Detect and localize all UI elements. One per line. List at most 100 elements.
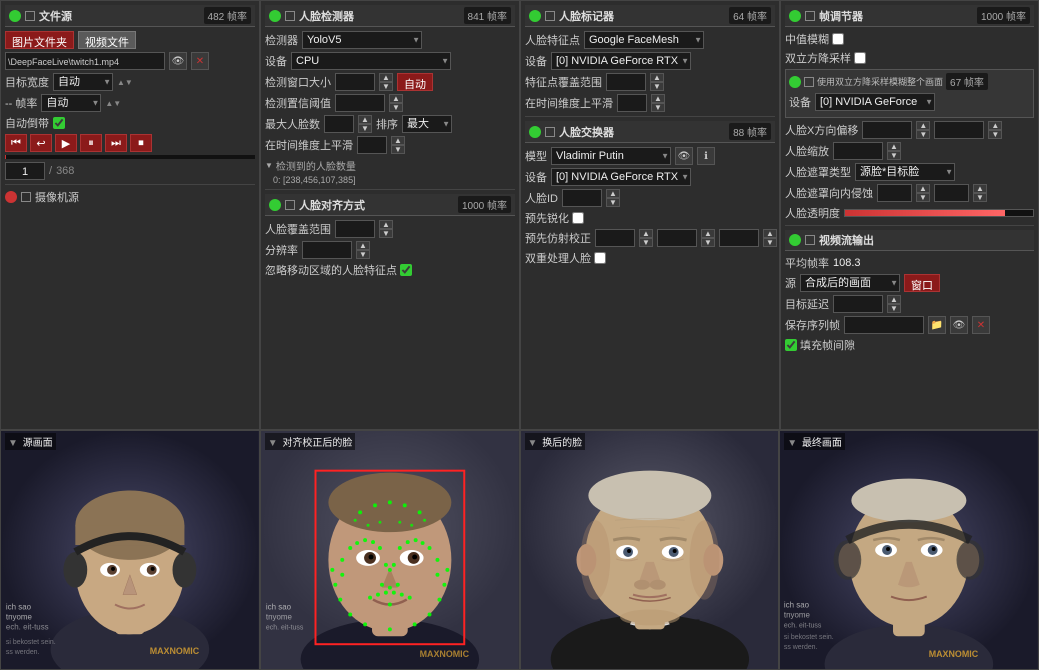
- pre-y-up[interactable]: ▲: [701, 229, 715, 238]
- scale-up[interactable]: ▲: [887, 142, 901, 151]
- cover-range-input[interactable]: 2.2: [335, 220, 375, 238]
- face-id-up[interactable]: ▲: [606, 189, 620, 198]
- power-btn-filesource[interactable]: [9, 10, 21, 22]
- blur-down[interactable]: ▼: [973, 193, 987, 202]
- window-btn[interactable]: 窗口: [904, 274, 940, 292]
- x-offset-up[interactable]: ▲: [916, 121, 930, 130]
- active-check-align[interactable]: [285, 200, 295, 210]
- y-offset-up[interactable]: ▲: [988, 121, 1002, 130]
- active-check-facedetect[interactable]: [285, 11, 295, 21]
- active-check-camera[interactable]: [21, 192, 31, 202]
- active-check-swapper[interactable]: [545, 127, 555, 137]
- close-btn-filesource[interactable]: ✕: [191, 52, 209, 70]
- x-offset-down[interactable]: ▼: [916, 130, 930, 139]
- threshold-up[interactable]: ▲: [389, 94, 403, 103]
- mask-type-select[interactable]: 源脸*目标脸: [855, 163, 955, 181]
- power-btn-align[interactable]: [269, 199, 281, 211]
- device-select-swap[interactable]: [0] NVIDIA GeForce RTX: [551, 168, 691, 186]
- dual-checkbox[interactable]: [594, 252, 606, 264]
- active-check-marker[interactable]: [545, 11, 555, 21]
- cover-down[interactable]: ▼: [379, 229, 393, 238]
- btn-stop[interactable]: ⏹: [130, 134, 152, 152]
- eye-btn-filesource[interactable]: 👁: [169, 52, 187, 70]
- eye-btn-model[interactable]: 👁: [675, 147, 693, 165]
- blur-up[interactable]: ▲: [973, 184, 987, 193]
- max-faces-down[interactable]: ▼: [358, 124, 372, 133]
- detector-select[interactable]: YoloV5: [302, 31, 422, 49]
- smooth-input-marker[interactable]: 1: [617, 94, 647, 112]
- delay-input[interactable]: 500: [833, 295, 883, 313]
- delay-up[interactable]: ▲: [887, 295, 901, 304]
- btn-play[interactable]: ▶: [55, 134, 77, 152]
- delay-down[interactable]: ▼: [887, 304, 901, 313]
- opacity-slider[interactable]: [844, 209, 1034, 217]
- smooth-down-detect[interactable]: ▼: [391, 145, 405, 154]
- x-offset-input[interactable]: 0.000: [862, 121, 912, 139]
- cover-up[interactable]: ▲: [379, 220, 393, 229]
- btn-next[interactable]: ⏭: [105, 134, 127, 152]
- landmark-select[interactable]: Google FaceMesh: [584, 31, 704, 49]
- auto-rewind-checkbox[interactable]: [53, 117, 65, 129]
- power-btn-frameadj[interactable]: [789, 10, 801, 22]
- y-offset-down[interactable]: ▼: [988, 130, 1002, 139]
- max-faces-input[interactable]: 1: [324, 115, 354, 133]
- tab-video-file[interactable]: 视频文件: [78, 31, 136, 49]
- max-faces-up[interactable]: ▲: [358, 115, 372, 124]
- source-select[interactable]: 合成后的画面: [800, 274, 900, 292]
- power-btn-swapper[interactable]: [529, 126, 541, 138]
- range-input-marker[interactable]: 1.3: [606, 73, 646, 91]
- resolution-up[interactable]: ▲: [356, 241, 370, 250]
- erode-up[interactable]: ▲: [916, 184, 930, 193]
- pre-x-down[interactable]: ▼: [639, 238, 653, 247]
- fill-gaps-checkbox[interactable]: [785, 339, 797, 351]
- pre-x-up[interactable]: ▲: [639, 229, 653, 238]
- active-check-filesource[interactable]: [25, 11, 35, 21]
- info-btn-model[interactable]: ℹ: [697, 147, 715, 165]
- pre-process-z[interactable]: 1.00: [719, 229, 759, 247]
- smooth-down-marker[interactable]: ▼: [651, 103, 665, 112]
- btn-prev[interactable]: ⏮: [5, 134, 27, 152]
- device-select-marker[interactable]: [0] NVIDIA GeForce RTX: [551, 52, 691, 70]
- resolution-input[interactable]: 224: [302, 241, 352, 259]
- smooth-up-detect[interactable]: ▲: [391, 136, 405, 145]
- ignore-checkbox[interactable]: [400, 264, 412, 276]
- resolution-down[interactable]: ▼: [356, 250, 370, 259]
- active-check-frameadj[interactable]: [805, 11, 815, 21]
- pre-z-down[interactable]: ▼: [763, 238, 777, 247]
- pre-z-up[interactable]: ▲: [763, 229, 777, 238]
- eye-btn-save[interactable]: 👁: [950, 316, 968, 334]
- power-btn-marker[interactable]: [529, 10, 541, 22]
- device-select-detect[interactable]: CPU: [291, 52, 451, 70]
- window-size-down[interactable]: ▼: [379, 82, 393, 91]
- power-btn-facedetect[interactable]: [269, 10, 281, 22]
- erode-input[interactable]: 5: [877, 184, 912, 202]
- power-btn-subpanel[interactable]: [789, 76, 801, 88]
- btn-rewind[interactable]: ↩: [30, 134, 52, 152]
- range-up-marker[interactable]: ▲: [650, 73, 664, 82]
- face-id-down[interactable]: ▼: [606, 198, 620, 207]
- blur-input[interactable]: 25: [934, 184, 969, 202]
- smooth-input-detect[interactable]: 1: [357, 136, 387, 154]
- range-down-marker[interactable]: ▼: [650, 82, 664, 91]
- bilateral-checkbox[interactable]: [854, 52, 866, 64]
- active-check-subpanel[interactable]: [804, 77, 814, 87]
- median-checkbox[interactable]: [832, 33, 844, 45]
- pre-y-down[interactable]: ▼: [701, 238, 715, 247]
- y-offset-input[interactable]: 0.000: [934, 121, 984, 139]
- target-width-select[interactable]: 自动: [53, 73, 113, 91]
- window-size-up[interactable]: ▲: [379, 73, 393, 82]
- pre-sharpen-checkbox[interactable]: [572, 212, 584, 224]
- btn-pause[interactable]: ⏸: [80, 134, 102, 152]
- pre-process-x[interactable]: 1.00: [595, 229, 635, 247]
- sub-device-select[interactable]: [0] NVIDIA GeForce: [815, 93, 935, 111]
- face-id-input[interactable]: 0: [562, 189, 602, 207]
- power-btn-stream[interactable]: [789, 234, 801, 246]
- close-btn-save[interactable]: ✕: [972, 316, 990, 334]
- threshold-down[interactable]: ▼: [389, 103, 403, 112]
- pre-process-y[interactable]: 1.00: [657, 229, 697, 247]
- active-check-stream[interactable]: [805, 235, 815, 245]
- auto-btn-window[interactable]: 自动: [397, 73, 433, 91]
- threshold-input[interactable]: 0.50: [335, 94, 385, 112]
- sort-select[interactable]: 最大: [402, 115, 452, 133]
- smooth-up-marker[interactable]: ▲: [651, 94, 665, 103]
